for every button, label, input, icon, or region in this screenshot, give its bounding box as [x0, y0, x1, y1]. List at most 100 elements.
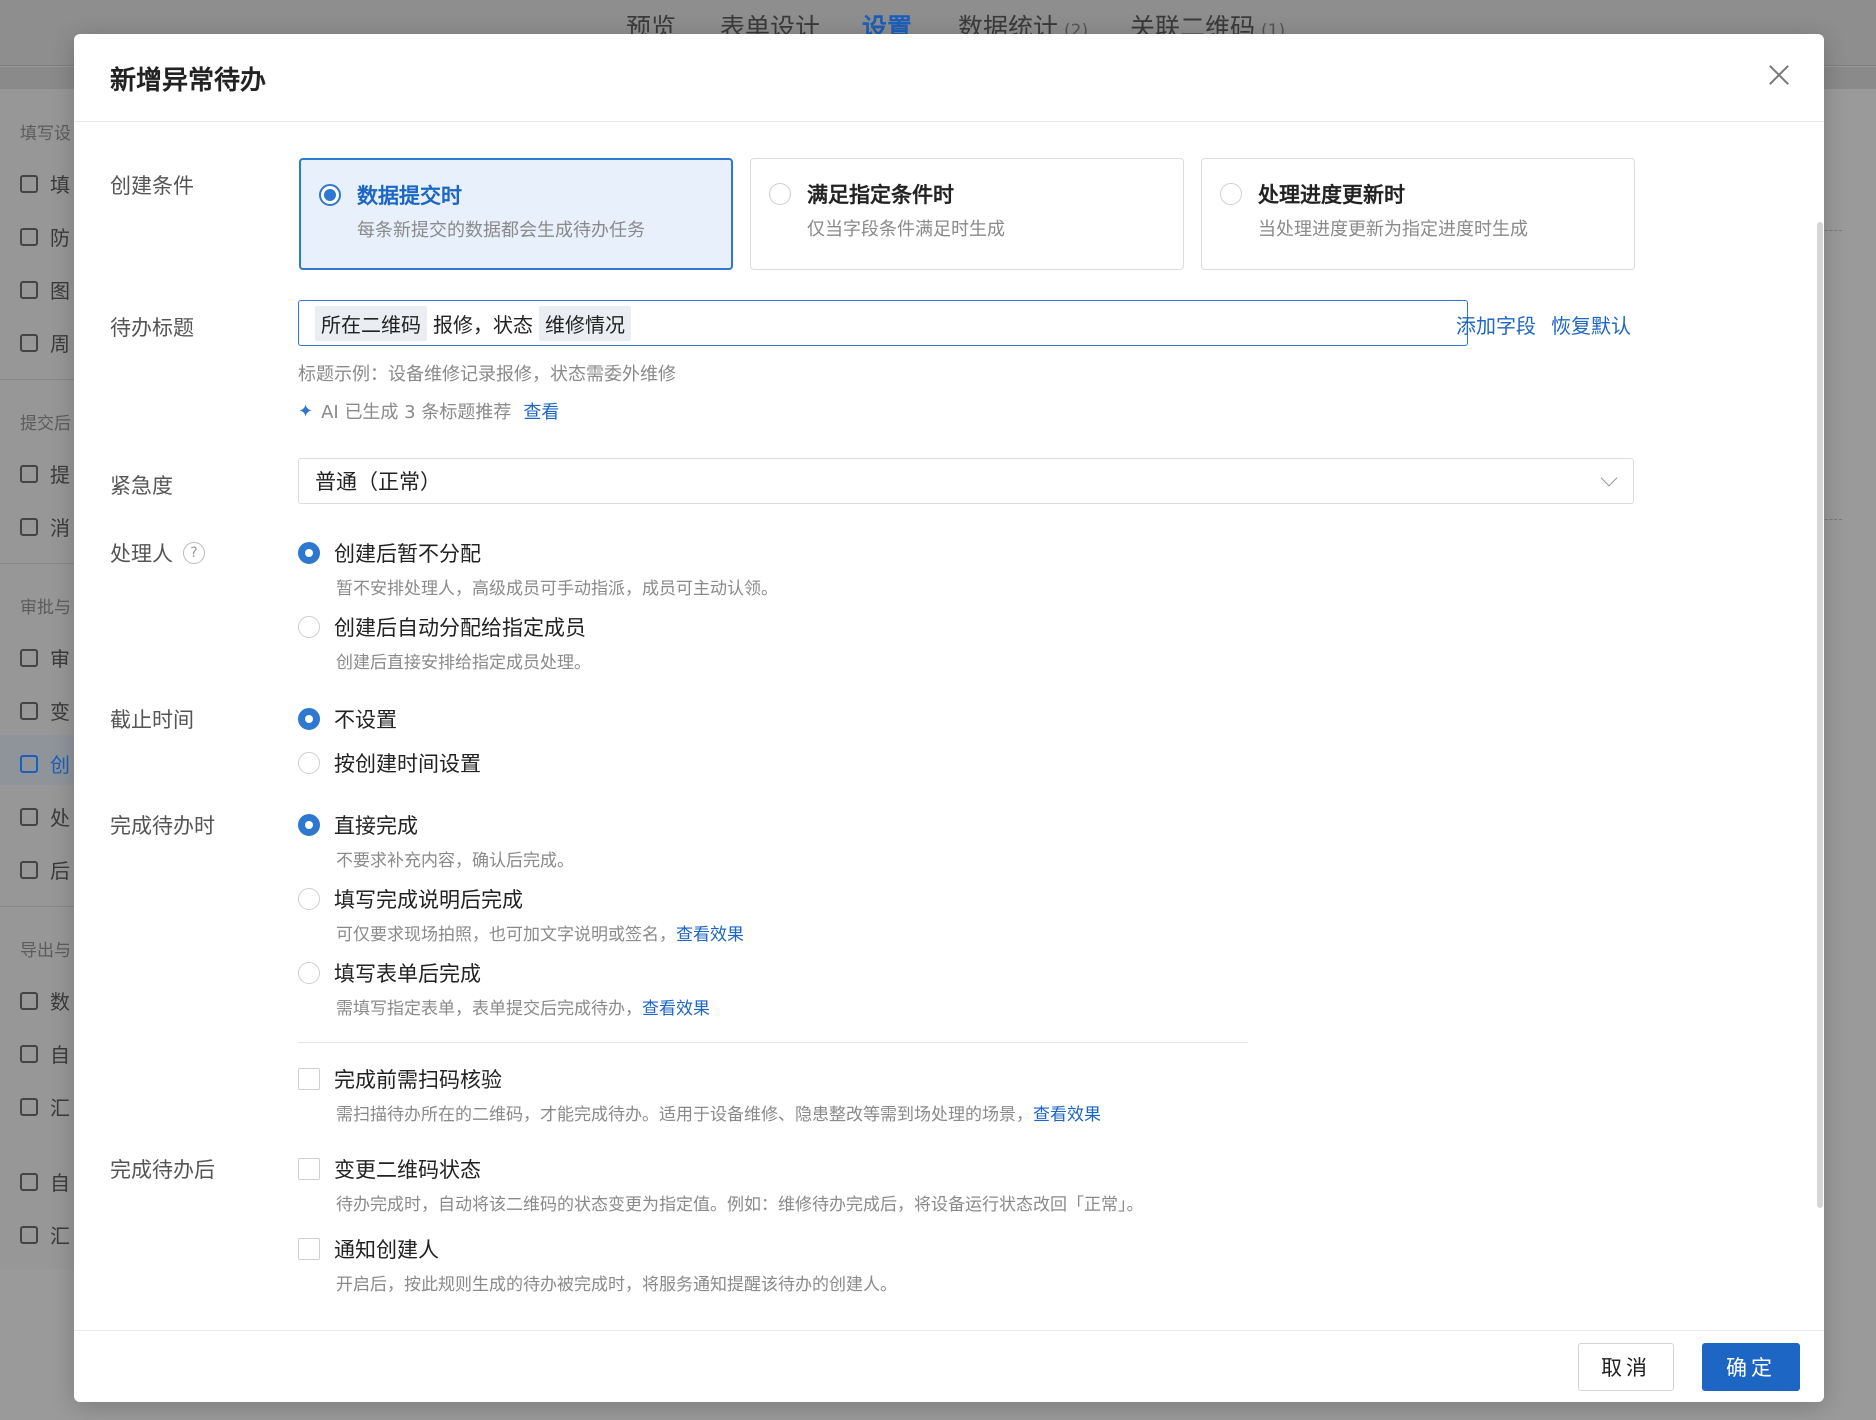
checkbox[interactable] — [298, 1238, 320, 1260]
option-desc: 暂不安排处理人，高级成员可手动指派，成员可主动认领。 — [336, 579, 778, 599]
sidebar-item[interactable]: 变 — [20, 696, 70, 725]
sidebar-item[interactable]: 填 — [20, 169, 70, 198]
ai-view-link[interactable]: 查看 — [523, 398, 559, 424]
radio-selected[interactable] — [298, 542, 320, 564]
sidebar-item[interactable]: 周 — [20, 328, 70, 357]
divider — [0, 379, 75, 380]
dialog-header: 新增异常待办 — [74, 34, 1824, 122]
option-desc: 开启后，按此规则生成的待办被完成时，将服务通知提醒该待办的创建人。 — [336, 1275, 897, 1295]
card-title: 处理进度更新时 — [1258, 183, 1405, 207]
option-desc: 创建后直接安排给指定成员处理。 — [336, 653, 591, 673]
scrollbar[interactable] — [1816, 122, 1824, 1362]
change-qrcode-status-checkbox[interactable]: 变更二维码状态 — [298, 1154, 481, 1184]
sidebar-item[interactable]: 数 — [20, 986, 70, 1015]
title-text: 报修，状态 — [433, 312, 533, 337]
sparkle-icon: ✦ — [298, 400, 314, 422]
option-desc: 需填写指定表单，表单提交后完成待办，查看效果 — [336, 999, 710, 1019]
sidebar-section: 填写设 — [20, 124, 71, 144]
radio-selected[interactable] — [319, 184, 341, 206]
divider — [0, 906, 75, 907]
sidebar-item[interactable]: 图 — [20, 275, 70, 304]
card-desc: 仅当字段条件满足时生成 — [807, 219, 1005, 240]
sidebar-item[interactable]: 汇 — [20, 1220, 70, 1249]
sidebar-item[interactable]: 防 — [20, 222, 70, 251]
after-complete-label: 完成待办后 — [110, 1158, 215, 1182]
sidebar-section: 提交后 — [20, 414, 71, 434]
dialog-footer: 取消 确定 — [74, 1330, 1824, 1402]
option-desc: 可仅要求现场拍照，也可加文字说明或签名，查看效果 — [336, 925, 744, 945]
sidebar-item-active[interactable]: 创 — [20, 749, 70, 778]
radio[interactable] — [1220, 183, 1242, 205]
scan-verify-checkbox[interactable]: 完成前需扫码核验 — [298, 1064, 502, 1094]
card-desc: 每条新提交的数据都会生成待办任务 — [357, 220, 645, 241]
image-icon — [20, 280, 38, 299]
dialog-title: 新增异常待办 — [110, 66, 267, 96]
sidebar-item[interactable]: 处 — [20, 802, 70, 831]
handler-option-unassigned[interactable]: 创建后暂不分配 — [298, 538, 481, 568]
on-complete-label: 完成待办时 — [110, 814, 215, 838]
handler-option-auto-assign[interactable]: 创建后自动分配给指定成员 — [298, 612, 586, 642]
card-title: 数据提交时 — [357, 184, 462, 208]
checkbox[interactable] — [298, 1068, 320, 1090]
view-effect-link[interactable]: 查看效果 — [642, 999, 710, 1019]
deadline-option-by-create-time[interactable]: 按创建时间设置 — [298, 748, 481, 778]
sidebar-item[interactable]: 审 — [20, 643, 70, 672]
deadline-option-none[interactable]: 不设置 — [298, 704, 397, 734]
field-tag[interactable]: 维修情况 — [539, 305, 631, 341]
radio[interactable] — [298, 962, 320, 984]
view-effect-link[interactable]: 查看效果 — [1033, 1105, 1101, 1125]
sidebar-item[interactable]: 自 — [20, 1039, 70, 1068]
condition-card-on-submit[interactable]: 数据提交时 每条新提交的数据都会生成待办任务 — [299, 158, 733, 270]
condition-card-on-progress[interactable]: 处理进度更新时 当处理进度更新为指定进度时生成 — [1201, 158, 1635, 270]
settings-sidebar: 填写设 填 防 图 周 提交后 提 消 审批与 审 变 创 处 后 导出与 数 … — [0, 89, 75, 1269]
radio-selected[interactable] — [298, 814, 320, 836]
sidebar-item[interactable]: 汇 — [20, 1092, 70, 1121]
cycle-icon — [20, 333, 38, 352]
todo-title-label: 待办标题 — [110, 316, 194, 340]
sidebar-item[interactable]: 自 — [20, 1167, 70, 1196]
add-field-link[interactable]: 添加字段 — [1456, 310, 1536, 339]
handler-label: 处理人 ? — [110, 538, 205, 568]
radio[interactable] — [298, 752, 320, 774]
bell-icon — [20, 517, 38, 536]
confirm-button[interactable]: 确定 — [1702, 1343, 1800, 1391]
sidebar-item[interactable]: 后 — [20, 855, 70, 884]
title-example-hint: 标题示例：设备维修记录报修，状态需委外维修 — [298, 364, 676, 385]
card-title: 满足指定条件时 — [807, 183, 954, 207]
print-icon — [20, 1097, 38, 1116]
timer-icon — [20, 701, 38, 720]
checkbox[interactable] — [298, 1158, 320, 1180]
radio-selected[interactable] — [298, 708, 320, 730]
sidebar-section: 导出与 — [20, 941, 71, 961]
card-desc: 当处理进度更新为指定进度时生成 — [1258, 219, 1528, 240]
ai-suggestion-row: ✦ AI 已生成 3 条标题推荐 查看 — [298, 398, 559, 424]
stamp-icon — [20, 648, 38, 667]
document-icon — [20, 860, 38, 879]
restore-default-link[interactable]: 恢复默认 — [1551, 310, 1631, 339]
deadline-label: 截止时间 — [110, 708, 194, 732]
image-icon — [20, 227, 38, 246]
cancel-button[interactable]: 取消 — [1578, 1343, 1674, 1391]
sidebar-item[interactable]: 消 — [20, 512, 70, 541]
condition-card-on-condition[interactable]: 满足指定条件时 仅当字段条件满足时生成 — [750, 158, 1184, 270]
view-effect-link[interactable]: 查看效果 — [676, 925, 744, 945]
todo-title-input[interactable]: 所在二维码 报修，状态 维修情况 — [298, 300, 1468, 346]
notify-creator-checkbox[interactable]: 通知创建人 — [298, 1234, 439, 1264]
help-icon[interactable]: ? — [183, 542, 205, 564]
complete-option-direct[interactable]: 直接完成 — [298, 810, 418, 840]
complete-option-with-form[interactable]: 填写表单后完成 — [298, 958, 481, 988]
radio[interactable] — [298, 888, 320, 910]
sidebar-item[interactable]: 提 — [20, 459, 70, 488]
field-tag[interactable]: 所在二维码 — [315, 305, 427, 341]
scrollbar-thumb[interactable] — [1817, 222, 1823, 1208]
radio[interactable] — [298, 616, 320, 638]
close-icon[interactable] — [1764, 60, 1794, 90]
cycle-icon — [20, 807, 38, 826]
document-icon — [20, 1172, 38, 1191]
complete-option-with-note[interactable]: 填写完成说明后完成 — [298, 884, 523, 914]
urgency-select[interactable]: 普通（正常） — [298, 458, 1634, 504]
create-condition-label: 创建条件 — [110, 174, 194, 198]
add-exception-todo-dialog: 新增异常待办 创建条件 数据提交时 每条新提交的数据都会生成待办任务 满足指定条… — [74, 34, 1824, 1402]
radio[interactable] — [769, 183, 791, 205]
edit-icon — [20, 754, 38, 773]
